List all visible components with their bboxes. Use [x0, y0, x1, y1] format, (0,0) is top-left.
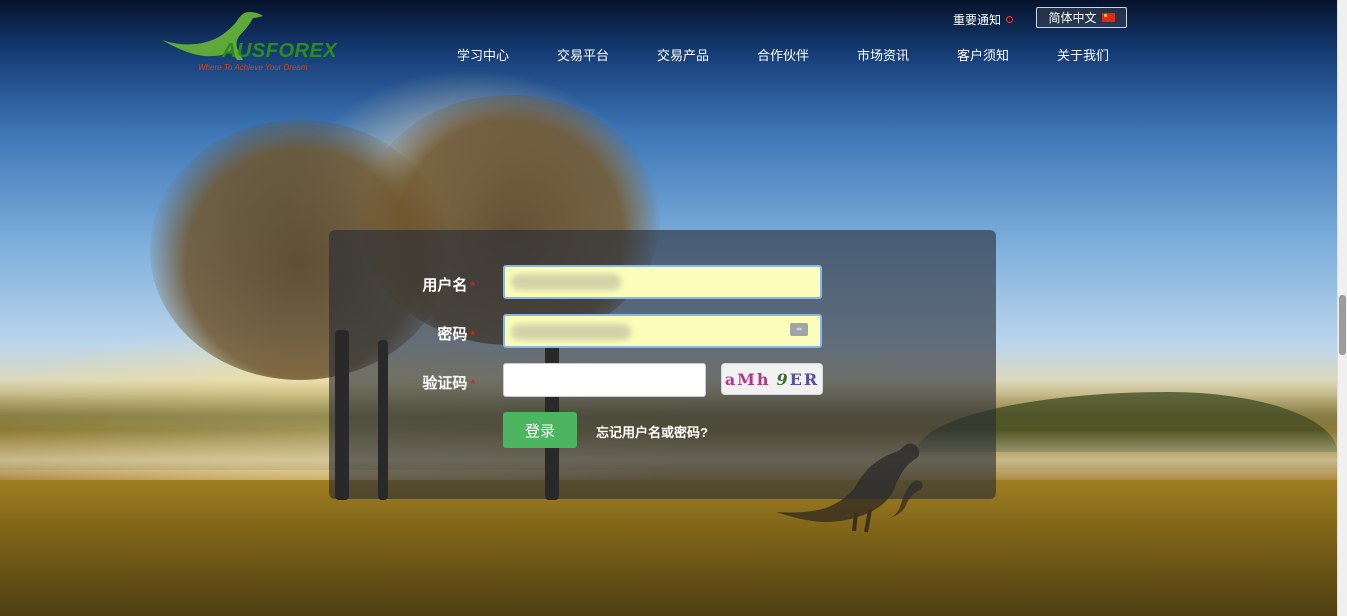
forgot-credentials-link[interactable]: 忘记用户名或密码? — [596, 422, 708, 441]
nav-item-market-news[interactable]: 市场资讯 — [833, 45, 933, 64]
main-nav: 学习中心 交易平台 交易产品 合作伙伴 市场资讯 客户须知 关于我们 — [433, 45, 1133, 64]
required-mark: * — [470, 328, 475, 342]
required-mark: * — [470, 377, 475, 391]
top-utility-bar: 重要通知 — [953, 10, 1014, 28]
nav-item-learning-center[interactable]: 学习中心 — [433, 45, 533, 64]
captcha-char-group: 9 — [776, 369, 790, 389]
nav-item-about-us[interactable]: 关于我们 — [1033, 45, 1133, 64]
china-flag-icon — [1101, 13, 1115, 22]
captcha-image[interactable]: aMh 9 ER — [721, 363, 823, 395]
required-mark: * — [470, 279, 475, 293]
nav-item-trading-platform[interactable]: 交易平台 — [533, 45, 633, 64]
nav-item-client-notice[interactable]: 客户须知 — [933, 45, 1033, 64]
redacted-password — [511, 324, 631, 340]
logo-brand-text: AUSFOREX — [222, 40, 338, 62]
captcha-char-group: aMh — [724, 369, 771, 389]
page-scrollbar[interactable] — [1337, 0, 1347, 616]
username-label: 用户名 * — [422, 277, 475, 294]
captcha-char-group: ER — [789, 369, 820, 389]
notice-dot-icon — [1006, 15, 1014, 23]
login-page: AUSFOREX Where To Achieve Your Dream 重要通… — [0, 0, 1347, 616]
scrollbar-thumb[interactable] — [1339, 295, 1346, 355]
captcha-input[interactable] — [503, 363, 706, 397]
logo[interactable]: AUSFOREX Where To Achieve Your Dream — [160, 10, 337, 72]
redacted-username — [511, 274, 621, 290]
logo-slogan: Where To Achieve Your Dream — [198, 63, 308, 72]
login-button[interactable]: 登录 — [503, 412, 577, 448]
password-label: 密码 * — [437, 326, 475, 343]
nav-item-trading-products[interactable]: 交易产品 — [633, 45, 733, 64]
nav-item-partners[interactable]: 合作伙伴 — [733, 45, 833, 64]
language-label: 简体中文 — [1048, 11, 1097, 25]
important-notice-link[interactable]: 重要通知 — [953, 11, 1001, 28]
background-ground — [0, 480, 1347, 616]
username-input[interactable] — [503, 265, 822, 299]
password-input[interactable] — [503, 314, 822, 348]
captcha-label: 验证码 * — [422, 375, 475, 392]
language-selector[interactable]: 简体中文 — [1036, 7, 1127, 28]
keyboard-icon[interactable]: ⌨ — [790, 323, 808, 336]
